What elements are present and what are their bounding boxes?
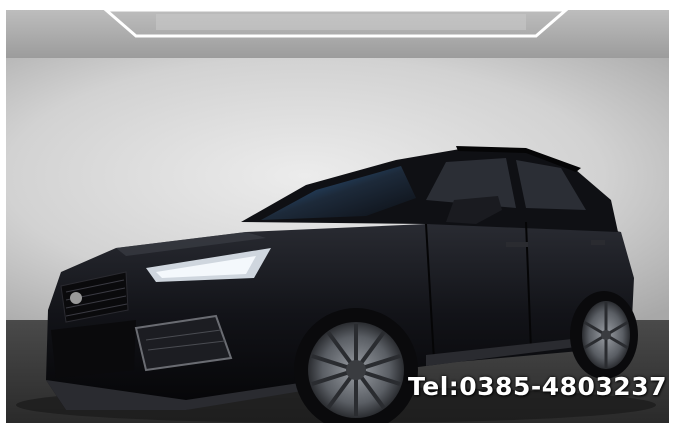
car-photo-illustration [6, 10, 669, 423]
door-handle [506, 242, 528, 247]
phone-number-overlay: Tel:0385-4803237 [408, 372, 667, 401]
car-photo [6, 10, 669, 423]
rear-wheel [570, 291, 638, 379]
photo-frame: Tel:0385-4803237 [0, 0, 675, 423]
brand-logo [70, 292, 82, 304]
